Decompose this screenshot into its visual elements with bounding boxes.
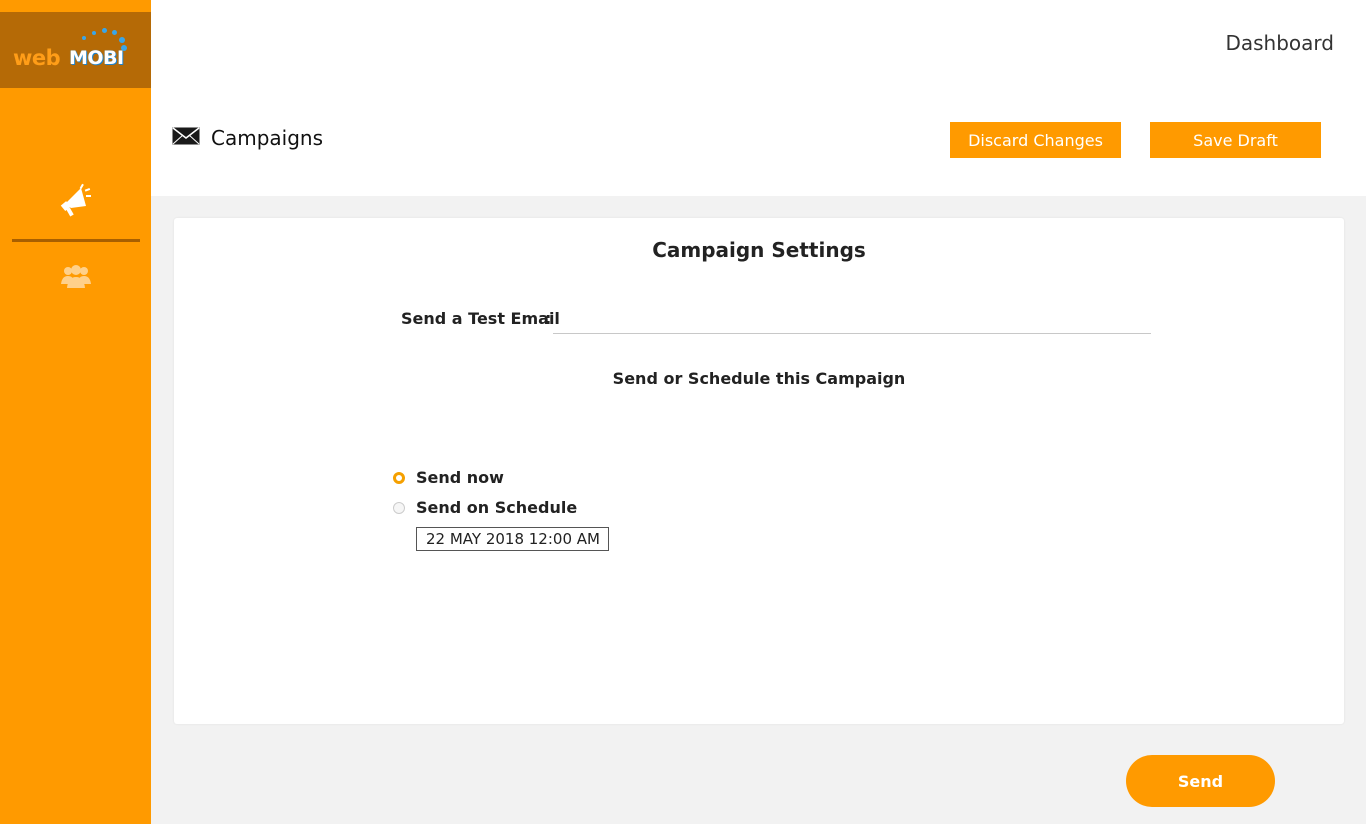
envelope-icon	[172, 127, 200, 149]
top-header: Dashboard Campaigns Discard Changes Save…	[151, 0, 1366, 196]
test-email-field[interactable]	[553, 313, 1151, 334]
webmobi-logo[interactable]: web MOBI	[0, 12, 151, 88]
logo-text-web: web	[13, 46, 61, 70]
logo-bubble-decoration	[121, 45, 127, 51]
logo-bubble-decoration	[119, 37, 125, 43]
megaphone-icon	[59, 180, 93, 220]
page-title: Campaigns	[211, 126, 324, 150]
logo-bubble-decoration	[82, 36, 86, 40]
send-now-radio[interactable]	[393, 471, 405, 484]
schedule-heading: Send or Schedule this Campaign	[612, 369, 906, 388]
send-on-schedule-option[interactable]: Send on Schedule	[393, 498, 577, 517]
test-email-colon: :	[545, 309, 552, 328]
logo-text-mobi: MOBI	[69, 47, 124, 69]
logo-bubble-decoration	[112, 30, 117, 35]
sidebar-item-campaigns[interactable]	[0, 180, 151, 220]
sidebar: web MOBI	[0, 0, 151, 824]
dashboard-link[interactable]: Dashboard	[1225, 31, 1334, 55]
send-on-schedule-radio[interactable]	[393, 501, 405, 514]
sidebar-divider	[12, 239, 140, 242]
logo-bubble-decoration	[102, 28, 107, 33]
send-button[interactable]: Send	[1126, 755, 1275, 807]
campaign-settings-card: Campaign Settings Send a Test Email : Se…	[174, 218, 1344, 724]
discard-changes-button[interactable]: Discard Changes	[950, 122, 1121, 158]
send-now-label[interactable]: Send now	[416, 468, 504, 487]
sidebar-item-contacts[interactable]	[0, 262, 151, 296]
card-title: Campaign Settings	[652, 238, 866, 262]
test-email-label: Send a Test Email	[401, 309, 560, 328]
save-draft-button[interactable]: Save Draft	[1150, 122, 1321, 158]
schedule-datetime-field[interactable]: 22 MAY 2018 12:00 AM	[416, 527, 609, 551]
users-icon	[59, 262, 93, 296]
send-now-option[interactable]: Send now	[393, 468, 504, 487]
logo-bubble-decoration	[92, 31, 96, 35]
send-on-schedule-label[interactable]: Send on Schedule	[416, 498, 577, 517]
page-title-group: Campaigns	[172, 126, 323, 150]
